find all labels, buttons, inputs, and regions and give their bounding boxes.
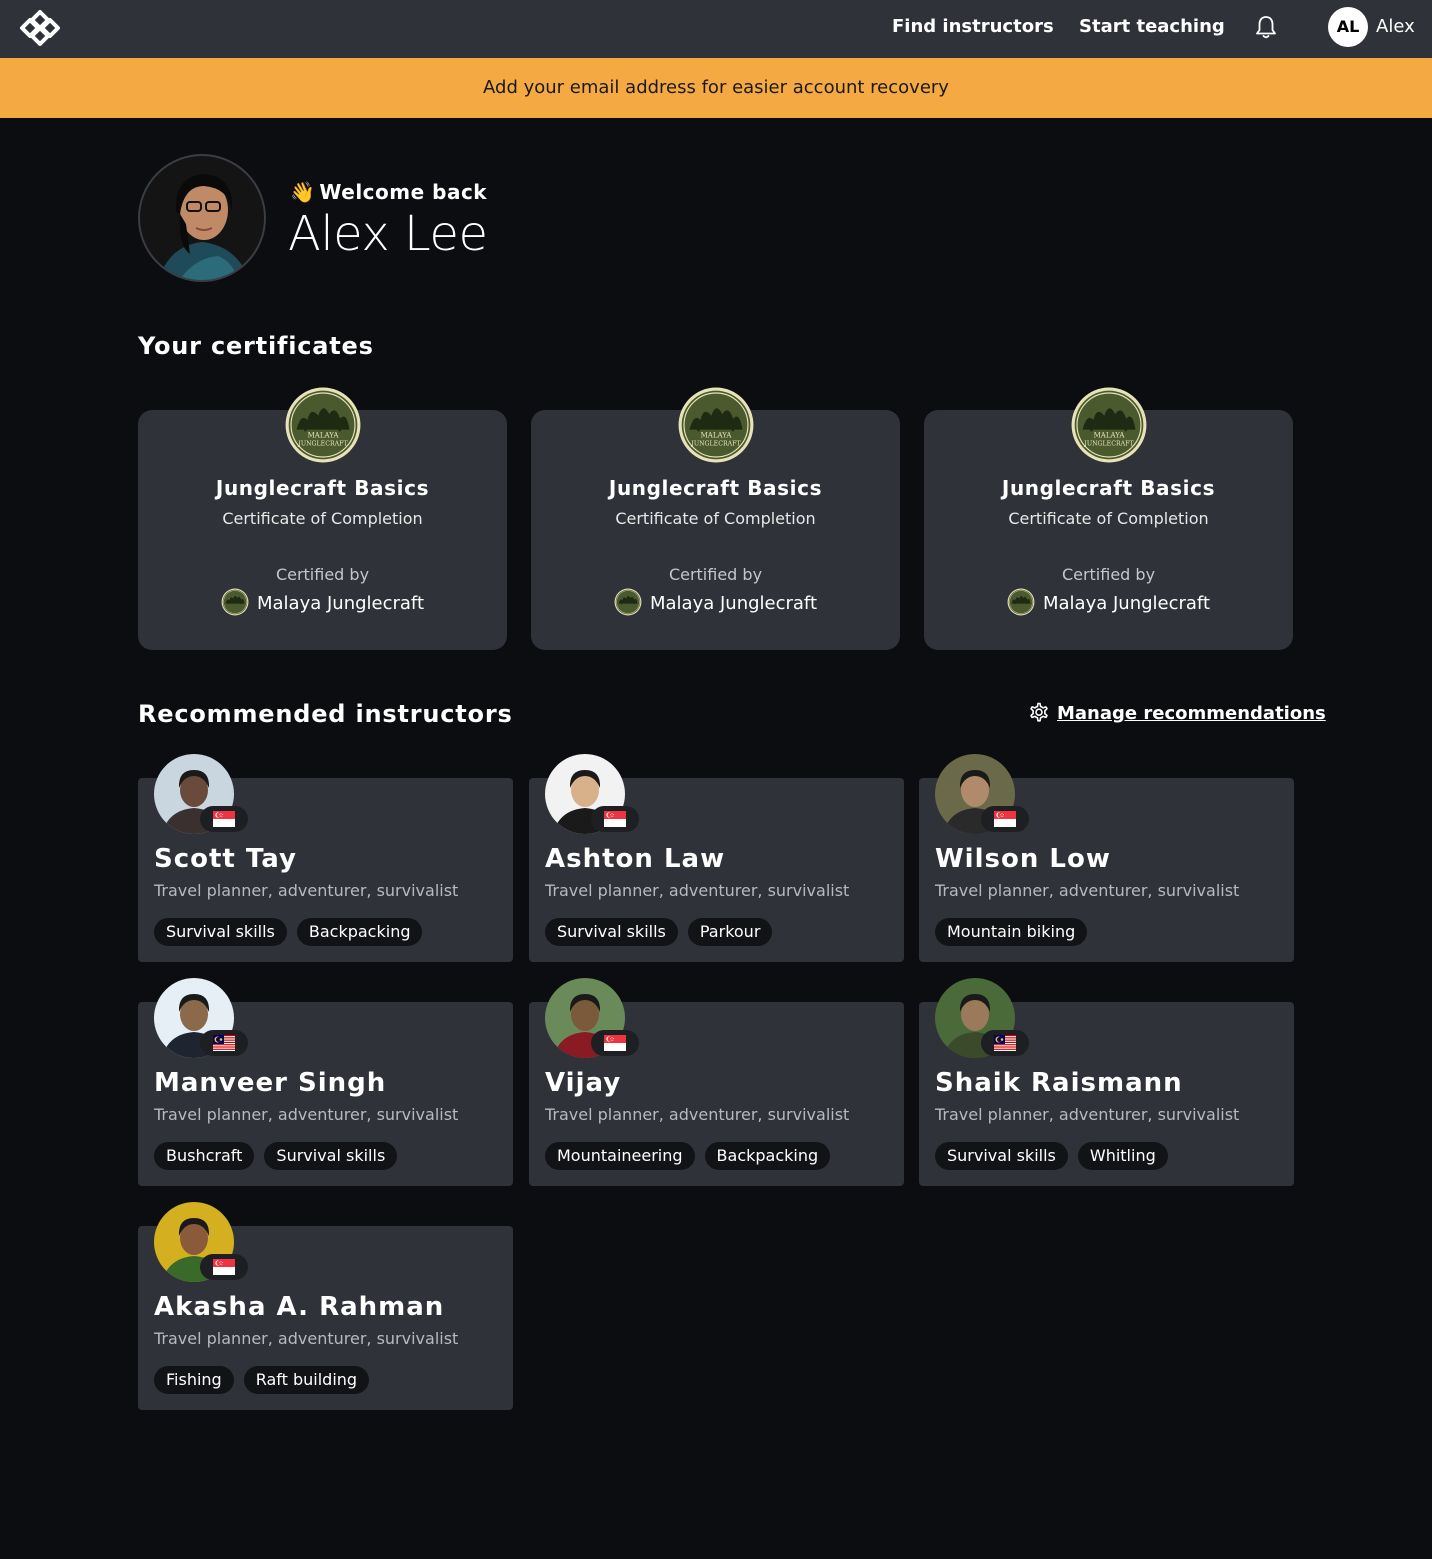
skill-tags: Survival skills Whitling	[935, 1142, 1168, 1170]
instructor-card[interactable]: Shaik Raismann Travel planner, adventure…	[919, 978, 1294, 1186]
skill-tag[interactable]: Mountaineering	[545, 1142, 695, 1170]
skill-tags: Fishing Raft building	[154, 1366, 370, 1394]
waving-hand-icon: 👋	[290, 180, 316, 204]
instructor-role: Travel planner, adventurer, survivalist	[154, 1105, 459, 1124]
certificate-seal-icon: MALAYA JUNGLECRAFT	[677, 386, 755, 464]
skill-tag[interactable]: Survival skills	[264, 1142, 398, 1170]
singapore-flag-icon	[591, 1030, 639, 1056]
user-menu-name[interactable]: Alex	[1376, 16, 1415, 37]
certificate-subtitle: Certificate of Completion	[1008, 509, 1209, 528]
certificate-issuer: Malaya Junglecraft	[138, 588, 507, 618]
svg-text:JUNGLECRAFT: JUNGLECRAFT	[1083, 440, 1134, 447]
certificate-subtitle: Certificate of Completion	[615, 509, 816, 528]
skill-tags: Bushcraft Survival skills	[154, 1142, 398, 1170]
svg-text:JUNGLECRAFT: JUNGLECRAFT	[297, 440, 348, 447]
svg-text:MALAYA: MALAYA	[1094, 430, 1126, 439]
manage-recommendations-label[interactable]: Manage recommendations	[1057, 703, 1326, 724]
certificate-card[interactable]: MALAYA JUNGLECRAFT Junglecraft Basics Ce…	[924, 387, 1293, 650]
svg-text:MALAYA: MALAYA	[308, 430, 340, 439]
svg-text:JUNGLECRAFT: JUNGLECRAFT	[690, 440, 741, 447]
skill-tags: Survival skills Backpacking	[154, 918, 423, 946]
certificate-issuer: Malaya Junglecraft	[531, 588, 900, 618]
instructor-name: Ashton Law	[545, 844, 726, 874]
skill-tag[interactable]: Bushcraft	[154, 1142, 255, 1170]
certified-by-label: Certified by	[275, 565, 370, 584]
profile-name: Alex Lee	[288, 206, 488, 262]
skill-tag[interactable]: Parkour	[687, 918, 773, 946]
certificate-issuer: Malaya Junglecraft	[924, 588, 1293, 618]
instructor-card[interactable]: Vijay Travel planner, adventurer, surviv…	[529, 978, 904, 1186]
welcome-text: Welcome back	[319, 180, 488, 204]
skill-tag[interactable]: Mountain biking	[935, 918, 1088, 946]
gear-icon	[1030, 702, 1048, 722]
skill-tag[interactable]: Backpacking	[704, 1142, 831, 1170]
instructor-role: Travel planner, adventurer, survivalist	[545, 881, 850, 900]
instructor-name: Vijay	[545, 1068, 622, 1098]
certificate-title: Junglecraft Basics	[215, 476, 430, 500]
logo-icon[interactable]	[18, 8, 62, 48]
email-recovery-banner[interactable]: Add your email address for easier accoun…	[0, 58, 1432, 118]
manage-recommendations-link[interactable]: Manage recommendations	[1027, 702, 1326, 726]
certificate-subtitle: Certificate of Completion	[222, 509, 423, 528]
skill-tag[interactable]: Whitling	[1077, 1142, 1168, 1170]
issuer-logo-icon	[1007, 588, 1035, 616]
certificates-heading: Your certificates	[138, 332, 374, 360]
singapore-flag-icon	[200, 806, 248, 832]
singapore-flag-icon	[591, 806, 639, 832]
issuer-logo-icon	[221, 588, 249, 616]
instructor-name: Akasha A. Rahman	[154, 1292, 445, 1322]
certified-by-label: Certified by	[668, 565, 763, 584]
instructor-role: Travel planner, adventurer, survivalist	[935, 1105, 1240, 1124]
skill-tag[interactable]: Survival skills	[545, 918, 678, 946]
profile-avatar	[138, 154, 266, 282]
instructor-role: Travel planner, adventurer, survivalist	[154, 881, 459, 900]
malaysia-flag-icon	[200, 1030, 248, 1056]
top-nav: Find instructors Start teaching AL Alex	[0, 0, 1432, 58]
instructor-card[interactable]: Manveer Singh Travel planner, adventurer…	[138, 978, 513, 1186]
singapore-flag-icon	[200, 1254, 248, 1280]
user-avatar[interactable]: AL	[1328, 7, 1368, 47]
skill-tag[interactable]: Raft building	[243, 1366, 370, 1394]
instructor-card[interactable]: Akasha A. Rahman Travel planner, adventu…	[138, 1202, 513, 1410]
start-teaching-link[interactable]: Start teaching	[1079, 16, 1225, 37]
certificate-card[interactable]: MALAYA JUNGLECRAFT Junglecraft Basics Ce…	[138, 387, 507, 650]
instructor-name: Manveer Singh	[154, 1068, 387, 1098]
issuer-name: Malaya Junglecraft	[649, 593, 818, 614]
certificate-seal-icon: MALAYA JUNGLECRAFT	[1070, 386, 1148, 464]
bell-icon[interactable]	[1254, 14, 1278, 40]
svg-text:MALAYA: MALAYA	[701, 430, 733, 439]
instructor-role: Travel planner, adventurer, survivalist	[154, 1329, 459, 1348]
singapore-flag-icon	[981, 806, 1029, 832]
certificate-card[interactable]: MALAYA JUNGLECRAFT Junglecraft Basics Ce…	[531, 387, 900, 650]
certificate-title: Junglecraft Basics	[1001, 476, 1216, 500]
skill-tag[interactable]: Fishing	[154, 1366, 234, 1394]
issuer-name: Malaya Junglecraft	[256, 593, 425, 614]
issuer-name: Malaya Junglecraft	[1042, 593, 1211, 614]
instructor-name: Scott Tay	[154, 844, 297, 874]
certificate-title: Junglecraft Basics	[608, 476, 823, 500]
skill-tags: Mountain biking	[935, 918, 1088, 946]
instructor-card[interactable]: Scott Tay Travel planner, adventurer, su…	[138, 754, 513, 962]
certified-by-label: Certified by	[1061, 565, 1156, 584]
skill-tag[interactable]: Survival skills	[154, 918, 287, 946]
welcome-message: 👋 Welcome back	[290, 180, 487, 204]
instructor-name: Wilson Low	[935, 844, 1111, 874]
issuer-logo-icon	[614, 588, 642, 616]
certificate-seal-icon: MALAYA JUNGLECRAFT	[284, 386, 362, 464]
skill-tags: Survival skills Parkour	[545, 918, 773, 946]
instructor-card[interactable]: Ashton Law Travel planner, adventurer, s…	[529, 754, 904, 962]
instructors-heading: Recommended instructors	[138, 700, 513, 728]
skill-tag[interactable]: Survival skills	[935, 1142, 1068, 1170]
skill-tags: Mountaineering Backpacking	[545, 1142, 831, 1170]
malaysia-flag-icon	[981, 1030, 1029, 1056]
instructor-card[interactable]: Wilson Low Travel planner, adventurer, s…	[919, 754, 1294, 962]
skill-tag[interactable]: Backpacking	[296, 918, 423, 946]
instructor-role: Travel planner, adventurer, survivalist	[545, 1105, 850, 1124]
instructor-name: Shaik Raismann	[935, 1068, 1183, 1098]
instructor-role: Travel planner, adventurer, survivalist	[935, 881, 1240, 900]
find-instructors-link[interactable]: Find instructors	[892, 16, 1054, 37]
